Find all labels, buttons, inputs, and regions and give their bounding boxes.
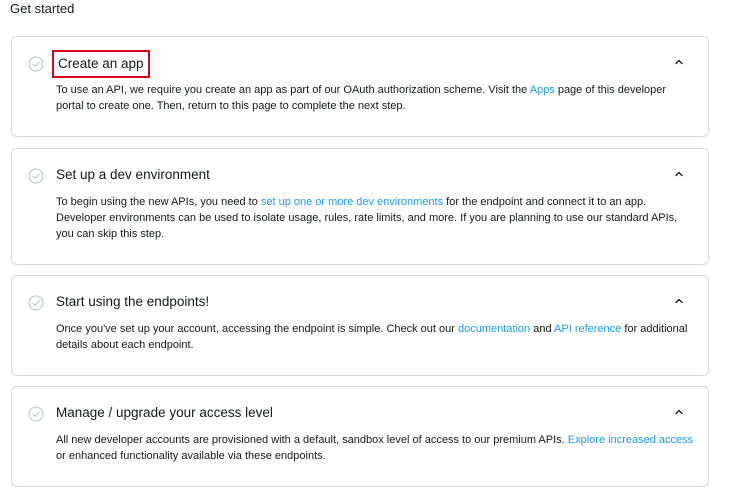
card-title-create-app[interactable]: Create an app xyxy=(52,50,150,78)
check-circle-icon xyxy=(28,295,44,311)
card-dev-environment: Set up a dev environment To begin using … xyxy=(11,148,709,265)
card-title-using-endpoints[interactable]: Start using the endpoints! xyxy=(56,293,209,311)
page-title: Get started xyxy=(10,1,75,16)
card-body-using-endpoints: Once you've set up your account, accessi… xyxy=(56,321,696,353)
chevron-up-icon[interactable] xyxy=(674,170,684,178)
card-create-app: Create an app To use an API, we require … xyxy=(11,36,709,137)
card-body-text: and xyxy=(530,323,555,335)
dev-environments-link[interactable]: set up one or more dev environments xyxy=(261,196,443,208)
apps-link[interactable]: Apps xyxy=(530,84,555,96)
card-body-text: To use an API, we require you create an … xyxy=(56,84,530,96)
card-body-text: To begin using the new APIs, you need to xyxy=(56,196,261,208)
card-title-access-level[interactable]: Manage / upgrade your access level xyxy=(56,404,273,422)
card-body-create-app: To use an API, we require you create an … xyxy=(56,82,696,114)
api-reference-link[interactable]: API reference xyxy=(554,323,621,335)
check-circle-icon xyxy=(28,168,44,184)
card-body-text: Once you've set up your account, accessi… xyxy=(56,323,458,335)
chevron-up-icon[interactable] xyxy=(674,58,684,66)
documentation-link[interactable]: documentation xyxy=(458,323,530,335)
card-access-level: Manage / upgrade your access level All n… xyxy=(11,386,709,487)
card-body-access-level: All new developer accounts are provision… xyxy=(56,432,696,464)
card-body-text: or enhanced functionality available via … xyxy=(56,450,326,462)
explore-increased-access-link[interactable]: Explore increased access xyxy=(568,434,693,446)
chevron-up-icon[interactable] xyxy=(674,408,684,416)
chevron-up-icon[interactable] xyxy=(674,297,684,305)
card-using-endpoints: Start using the endpoints! Once you've s… xyxy=(11,275,709,376)
check-circle-icon xyxy=(28,56,44,72)
card-body-text: All new developer accounts are provision… xyxy=(56,434,568,446)
card-title-dev-environment[interactable]: Set up a dev environment xyxy=(56,166,210,184)
card-body-dev-environment: To begin using the new APIs, you need to… xyxy=(56,194,696,242)
check-circle-icon xyxy=(28,406,44,422)
